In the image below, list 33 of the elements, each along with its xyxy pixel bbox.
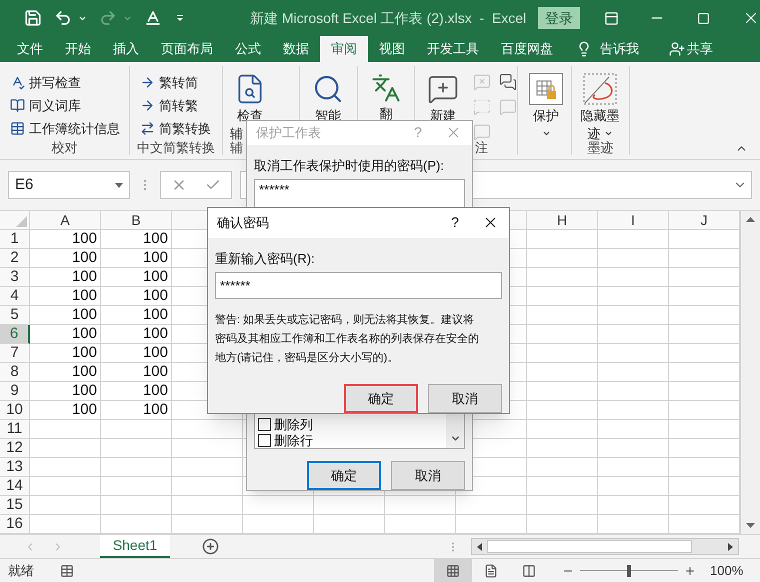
zoom-level: 100%: [710, 562, 744, 580]
field-label: 取消工作表保护时使用的密码(P):: [254, 156, 444, 175]
table-cell: 100: [30, 325, 101, 344]
table-cell: 100: [30, 287, 101, 306]
table-cell: 100: [101, 382, 172, 401]
window-title: 新建 Microsoft Excel 工作表 (2).xlsx - Excel: [250, 8, 526, 28]
table-cell: 100: [101, 230, 172, 249]
table-cell: 100: [30, 363, 101, 382]
table-cell: 100: [30, 401, 101, 420]
table-cell: 100: [101, 249, 172, 268]
table-cell: 100: [101, 306, 172, 325]
table-cell: 100: [101, 268, 172, 287]
dialog-title: 保护工作表: [256, 124, 322, 142]
table-cell: 100: [101, 363, 172, 382]
table-cell: 100: [30, 230, 101, 249]
group-label: 注: [475, 139, 488, 157]
field-label: 重新输入密码(R):: [215, 250, 315, 268]
table-cell: 100: [101, 401, 172, 420]
table-cell: 100: [30, 268, 101, 287]
dialog-title: 确认密码: [217, 214, 270, 232]
group-label: 校对: [52, 139, 78, 157]
table-cell: 100: [101, 344, 172, 363]
status-text: 就绪: [8, 562, 34, 580]
table-cell: 100: [30, 382, 101, 401]
group-label: 墨迹: [588, 140, 614, 157]
group-label: 中文简繁转换: [137, 139, 215, 157]
table-cell: 100: [101, 287, 172, 306]
table-cell: 100: [101, 325, 172, 344]
table-cell: 100: [30, 306, 101, 325]
table-cell: 100: [30, 344, 101, 363]
warning-text: 警告: 如果丢失或忘记密码，则无法将其恢复。建议将 密码及其相应工作簿和工作表名称的列表保存在安全的 地方(请记住，密码是区分大小写的)。: [215, 312, 479, 366]
group-label: 辅: [230, 140, 243, 157]
table-cell: 100: [30, 249, 101, 268]
